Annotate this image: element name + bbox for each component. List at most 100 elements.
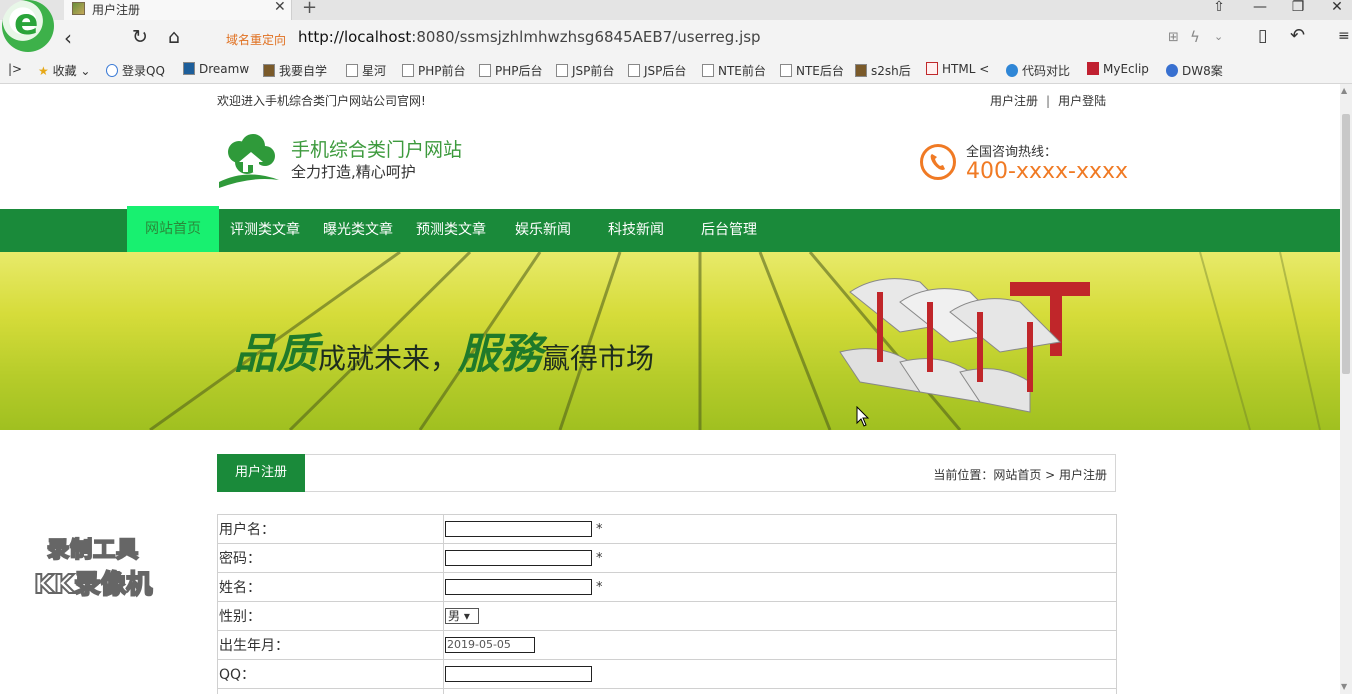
address-bar[interactable]: http://localhost:8080/ssmsjzhlmhwzhsg684… — [298, 28, 761, 46]
password-input[interactable] — [445, 550, 592, 566]
plough-graphic — [839, 278, 1090, 413]
table-row: 姓名： * — [217, 572, 1117, 602]
login-link[interactable]: 用户登陆 — [1058, 94, 1106, 108]
nav-item-home[interactable]: 网站首页 — [127, 206, 219, 252]
banner-word-service: 服務 — [458, 329, 543, 378]
registration-tab[interactable]: 用户注册 — [217, 454, 305, 492]
bookmark-item[interactable]: MyEclip — [1087, 62, 1149, 76]
redirect-label: 域名重定向 — [226, 33, 287, 47]
table-row: 密码： * — [217, 543, 1117, 573]
username-input[interactable] — [445, 521, 592, 537]
bookmark-item[interactable]: NTE前台 — [702, 62, 766, 79]
bookmark-item[interactable]: 星河 — [346, 62, 386, 79]
recorder-watermark: 录制工具 KK录像机 — [33, 532, 153, 601]
bookmark-favorites[interactable]: ★ 收藏 ⌄ — [38, 62, 90, 79]
lightning-icon[interactable]: ϟ — [1190, 28, 1200, 46]
page-icon — [479, 64, 491, 77]
url-host: http://localhost — [298, 28, 412, 46]
field-label-gender: 性别： — [217, 601, 444, 631]
chevron-down-icon[interactable]: ⌄ — [1214, 30, 1223, 43]
nav-item-entertainment[interactable]: 娱乐新闻 — [497, 209, 589, 252]
bookmark-item[interactable]: NTE后台 — [780, 62, 844, 79]
address-row: ‹ ↻ ⌂ 域名重定向 http://localhost:8080/ssmsjz… — [0, 22, 1352, 54]
back-icon[interactable]: ‹ — [64, 26, 72, 50]
table-row — [217, 688, 1117, 694]
close-window-icon[interactable]: ✕ — [1327, 0, 1347, 15]
pin-icon[interactable]: ⇧ — [1209, 0, 1229, 15]
reload-icon[interactable]: ↻ — [132, 26, 148, 48]
bookmark-item[interactable]: s2sh后 — [855, 62, 911, 79]
bookmark-item[interactable]: 代码对比 — [1006, 62, 1070, 79]
menu-icon[interactable]: ≡ — [1338, 28, 1350, 44]
registration-form: 用户名： * 密码： * 姓名： * 性别： 男 ▾ 出生年月： 2019-05… — [217, 514, 1117, 694]
page-icon — [556, 64, 568, 77]
main-nav: 网站首页 评测类文章 曝光类文章 预测类文章 娱乐新闻 科技新闻 后台管理 — [0, 206, 1340, 252]
reader-icon[interactable]: ▯ — [1258, 26, 1267, 46]
tab-close-icon[interactable]: ✕ — [274, 0, 286, 15]
nav-item-tech-news[interactable]: 科技新闻 — [589, 209, 683, 252]
web-page: 欢迎进入手机综合类门户网站公司官网! 用户注册 | 用户登陆 手机综合类门户网站 全… — [0, 84, 1340, 694]
browser-chrome: 用户注册 ✕ + ⇧ — ❐ ✕ e ‹ ↻ ⌂ 域名重定向 http://lo… — [0, 0, 1352, 84]
watermark-line-2: KK录像机 — [33, 569, 153, 601]
table-row: QQ： — [217, 659, 1117, 689]
scroll-down-icon[interactable]: ▼ — [1341, 682, 1347, 691]
birthdate-input[interactable]: 2019-05-05 — [445, 637, 535, 653]
bookmark-item[interactable]: PHP后台 — [479, 62, 543, 79]
undo-icon[interactable]: ↶ — [1290, 25, 1305, 46]
banner-phrase-future: 成就未来， — [318, 342, 459, 375]
site-name: 手机综合类门户网站 — [291, 139, 463, 161]
banner-phrase-market: 赢得市场 — [542, 342, 655, 375]
register-link[interactable]: 用户注册 — [990, 94, 1038, 108]
nav-item-reviews[interactable]: 评测类文章 — [219, 209, 311, 252]
site-logo-icon — [219, 134, 279, 188]
scroll-thumb[interactable] — [1342, 114, 1350, 374]
table-row: 用户名： * — [217, 514, 1117, 544]
scroll-up-icon[interactable]: ▲ — [1341, 86, 1347, 95]
bookmark-item[interactable]: Dreamw — [183, 62, 249, 76]
browser-tab[interactable]: 用户注册 ✕ — [64, 0, 292, 20]
qq-input[interactable] — [445, 666, 592, 682]
table-row: 出生年月： 2019-05-05 — [217, 630, 1117, 660]
html-icon — [926, 62, 938, 75]
field-label-birthdate: 出生年月： — [217, 630, 444, 660]
hotline-label: 全国咨询热线： — [966, 145, 1058, 160]
table-row: 性别： 男 ▾ — [217, 601, 1117, 631]
new-tab-icon[interactable]: + — [302, 0, 317, 18]
minimize-icon[interactable]: — — [1250, 0, 1270, 15]
page-icon — [780, 64, 792, 77]
page-scrollbar[interactable]: ▲ ▼ — [1340, 84, 1352, 694]
mouse-cursor-icon — [856, 406, 870, 427]
dreamweaver-icon — [183, 62, 195, 75]
gender-select[interactable]: 男 ▾ — [445, 608, 479, 624]
compare-icon — [1006, 64, 1018, 77]
required-mark: * — [596, 551, 603, 566]
sidebar-toggle-icon[interactable]: |> — [8, 62, 22, 76]
paw-icon — [1166, 64, 1178, 77]
page-icon — [346, 64, 358, 77]
bookmark-item[interactable]: HTML < — [926, 62, 989, 76]
bookmark-item[interactable]: 登录QQ — [106, 62, 165, 79]
bookmark-item[interactable]: JSP前台 — [556, 62, 614, 79]
field-rows-graphic — [149, 252, 1321, 430]
tab-title: 用户注册 — [92, 3, 141, 17]
bookmark-item[interactable]: 我要自学 — [263, 62, 327, 79]
nav-item-exposure[interactable]: 曝光类文章 — [311, 209, 405, 252]
url-path: :8080/ssmsjzhlmhwzhsg6845AEB7/userreg.js… — [411, 28, 761, 46]
nav-item-admin[interactable]: 后台管理 — [683, 209, 775, 252]
tab-bar: 用户注册 ✕ + ⇧ — ❐ ✕ — [0, 0, 1352, 20]
home-icon[interactable]: ⌂ — [168, 26, 180, 48]
book-icon — [263, 64, 275, 77]
star-icon: ★ — [38, 64, 49, 78]
field-label-name: 姓名： — [217, 572, 444, 602]
breadcrumb: 当前位置：网站首页 > 用户注册 — [933, 468, 1107, 482]
bookmark-item[interactable]: PHP前台 — [402, 62, 466, 79]
watermark-line-1: 录制工具 — [46, 537, 140, 564]
name-input[interactable] — [445, 579, 592, 595]
nav-item-forecast[interactable]: 预测类文章 — [405, 209, 497, 252]
banner-slogan: 品质成就未来，服務赢得市场 — [234, 320, 654, 381]
restore-icon[interactable]: ❐ — [1288, 0, 1308, 15]
bookmark-item[interactable]: JSP后台 — [628, 62, 686, 79]
dropdown-arrow-icon: ▾ — [463, 609, 470, 623]
bookmark-item[interactable]: DW8案 — [1166, 62, 1223, 79]
grid-icon[interactable]: ⊞ — [1168, 30, 1179, 45]
